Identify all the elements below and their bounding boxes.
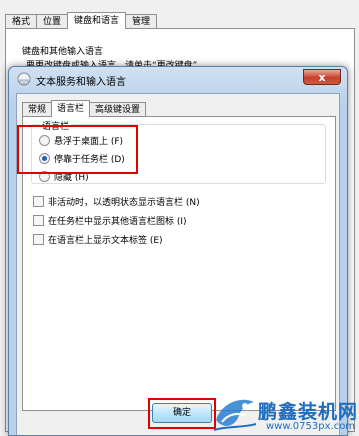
tab-strip: 常规 语言栏 高级键设置 [22, 100, 147, 117]
radio-hidden[interactable]: 隐藏 (H) [39, 170, 89, 183]
checkbox-label: 非活动时，以透明状态显示语言栏 (N) [48, 198, 200, 208]
radio-dock-in-taskbar[interactable]: 停靠于任务栏 (D) [39, 152, 125, 165]
watermark-mascot-icon [213, 399, 257, 431]
checkbox-box[interactable] [33, 196, 44, 207]
checkbox-label: 在语言栏上显示文本标签 (E) [48, 236, 163, 246]
bg-tab-location[interactable]: 位置 [36, 14, 69, 29]
radio-label: 悬浮于桌面上 (F) [54, 137, 124, 147]
checkbox-box[interactable] [33, 234, 44, 245]
dialog-title: 文本服务和输入语言 [36, 77, 126, 88]
radio-float-on-desktop[interactable]: 悬浮于桌面上 (F) [39, 134, 123, 147]
checkbox-box[interactable] [33, 215, 44, 226]
tab-general[interactable]: 常规 [22, 102, 53, 117]
radio-label: 停靠于任务栏 (D) [54, 155, 125, 165]
bg-tab-administrative[interactable]: 管理 [125, 14, 158, 29]
checkbox-text-labels[interactable]: 在语言栏上显示文本标签 (E) [33, 233, 163, 246]
close-button[interactable]: x [303, 69, 341, 85]
bg-group-title: 键盘和其他输入语言 [22, 47, 104, 57]
watermark-title: 鹏鑫装机网 [258, 401, 359, 423]
group-label: 语言栏 [40, 119, 72, 132]
background-tab-strip: 格式 位置 键盘和语言 管理 [5, 12, 158, 29]
ok-button[interactable]: 确定 [152, 403, 212, 423]
title-bar[interactable]: 文本服务和输入语言 x [9, 67, 347, 91]
bg-tab-format[interactable]: 格式 [5, 14, 38, 29]
radio-label: 隐藏 (H) [54, 173, 89, 183]
bg-tab-keyboards-languages[interactable]: 键盘和语言 [67, 12, 127, 29]
checkbox-label: 在任务栏中显示其他语言栏图标 (I) [48, 217, 187, 227]
language-bar-group: 语言栏 悬浮于桌面上 (F) 停靠于任务栏 (D) 隐藏 (H) [31, 119, 326, 184]
radio-circle[interactable] [39, 171, 50, 182]
tab-language-bar[interactable]: 语言栏 [51, 100, 91, 117]
keyboard-globe-icon [17, 72, 31, 86]
close-icon: x [318, 71, 326, 84]
radio-circle[interactable] [39, 135, 50, 146]
text-services-dialog: 文本服务和输入语言 x 常规 语言栏 高级键设置 语言栏 悬浮于桌面上 (F) … [8, 66, 348, 436]
checkbox-transparent-inactive[interactable]: 非活动时，以透明状态显示语言栏 (N) [33, 195, 200, 208]
radio-circle-selected[interactable] [39, 153, 50, 164]
checkbox-extra-taskbar-icons[interactable]: 在任务栏中显示其他语言栏图标 (I) [33, 214, 187, 227]
tab-advanced-key-settings[interactable]: 高级键设置 [89, 102, 147, 117]
language-bar-panel: 语言栏 悬浮于桌面上 (F) 停靠于任务栏 (D) 隐藏 (H) 非活动时，以透… [22, 116, 336, 411]
dialog-client-area: 常规 语言栏 高级键设置 语言栏 悬浮于桌面上 (F) 停靠于任务栏 (D) 隐… [16, 93, 340, 435]
watermark-url: www.0753px.com [266, 421, 356, 432]
